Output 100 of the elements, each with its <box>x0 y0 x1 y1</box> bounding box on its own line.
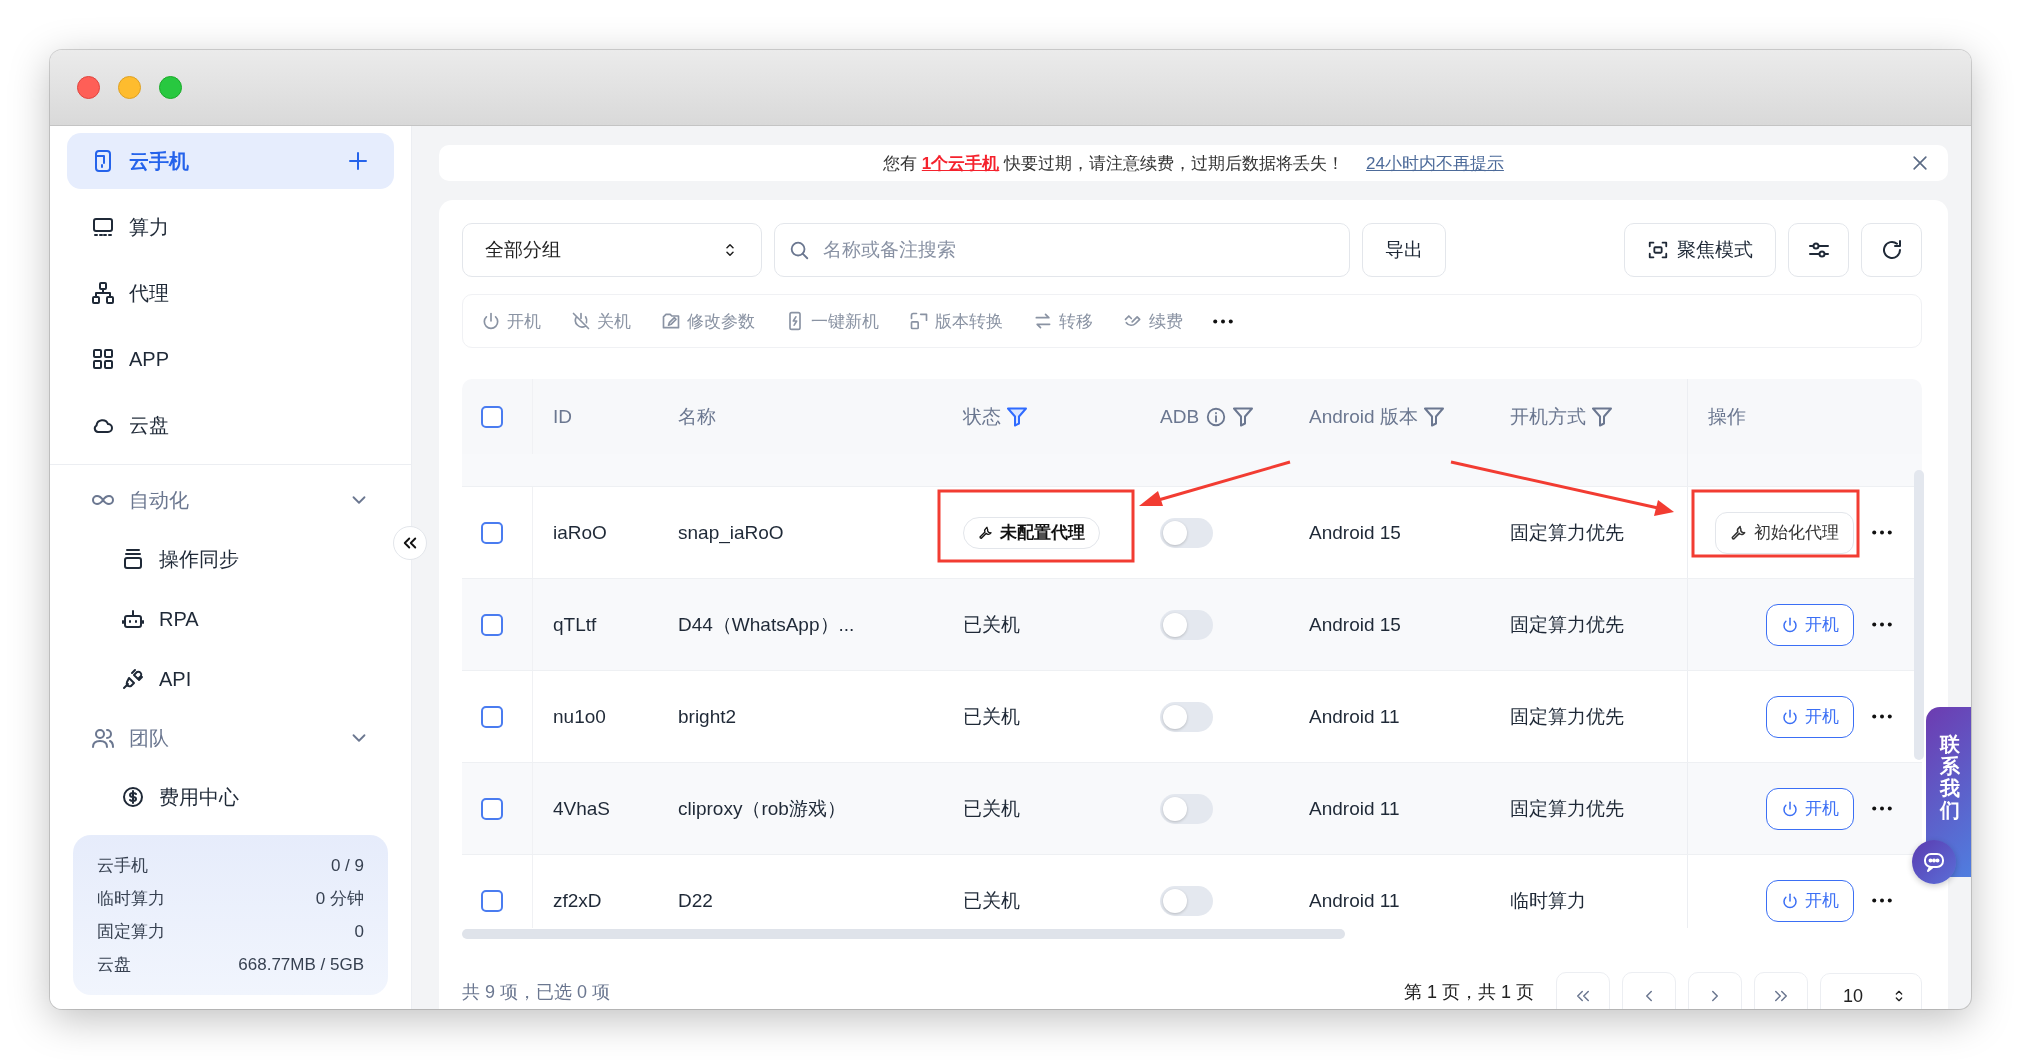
collapse-sidebar-button[interactable] <box>393 526 427 560</box>
adb-toggle[interactable] <box>1160 701 1213 732</box>
column-header: 名称 <box>678 404 716 429</box>
sidebar-item[interactable]: 操作同步 <box>67 529 394 589</box>
monitor-icon <box>91 215 115 239</box>
sidebar-item[interactable]: 云盘 <box>67 392 394 458</box>
status-text: 已关机 <box>963 612 1020 637</box>
row-checkbox[interactable] <box>481 521 503 544</box>
table-cell-text: 固定算力优先 <box>1510 612 1624 637</box>
usage-label: 临时算力 <box>97 888 165 910</box>
table-cell: snap_iaRoO <box>678 521 784 544</box>
power-on-button[interactable]: 开机 <box>1766 603 1854 646</box>
filter-icon[interactable] <box>1007 406 1027 427</box>
wrench-icon <box>1730 523 1748 542</box>
sidebar-item[interactable]: 算力 <box>67 194 394 260</box>
sidebar-item[interactable]: RPA <box>67 589 394 649</box>
tray-icon <box>121 547 145 571</box>
row-checkbox[interactable] <box>481 613 503 636</box>
vertical-scrollbar[interactable] <box>1914 470 1924 760</box>
folder-edit-icon <box>661 311 681 331</box>
filter-icon[interactable] <box>1592 406 1612 427</box>
focus-icon <box>1647 239 1669 261</box>
status-text: 已关机 <box>963 796 1020 821</box>
more-icon[interactable] <box>1872 714 1892 719</box>
table-cell: 4VhaS <box>553 797 611 820</box>
horizontal-scrollbar[interactable] <box>462 929 1345 939</box>
page-size-select[interactable]: 10 <box>1820 973 1922 1009</box>
power-on-button[interactable]: 开机 <box>1766 695 1854 738</box>
close-window-button[interactable] <box>77 76 100 99</box>
refresh-button[interactable] <box>1861 223 1922 277</box>
export-button[interactable]: 导出 <box>1362 223 1446 277</box>
more-icon[interactable] <box>1872 898 1892 903</box>
sidebar-group[interactable]: 自动化 <box>67 471 394 529</box>
adb-toggle[interactable] <box>1160 517 1213 548</box>
table-cell: zf2xD <box>553 889 602 912</box>
sidebar-group[interactable]: 团队 <box>67 709 394 767</box>
wrench-icon <box>978 524 994 541</box>
table-cell: bright2 <box>678 705 737 728</box>
plug-icon <box>121 667 145 691</box>
column-header: Android 版本 <box>1309 404 1418 429</box>
filter-icon[interactable] <box>1423 406 1444 427</box>
usage-label: 固定算力 <box>97 921 165 943</box>
plus-icon <box>346 149 370 173</box>
usage-value: 0 / 9 <box>330 855 364 876</box>
settings-button[interactable] <box>1788 223 1849 277</box>
init-proxy-button[interactable]: 初始化代理 <box>1715 511 1854 554</box>
power-on-button[interactable]: 开机 <box>1766 787 1854 830</box>
table-cell: Android 11 <box>1309 705 1400 728</box>
expiry-notice: 您有 1个云手机 快要过期，请注意续费，过期后数据将丢失！ <box>883 152 1344 175</box>
power-on-button[interactable]: 开机 <box>1766 879 1854 922</box>
status-text: 已关机 <box>963 704 1020 729</box>
more-icon[interactable] <box>1872 806 1892 811</box>
robot-icon <box>121 607 145 631</box>
convert-icon <box>909 311 929 331</box>
table-cell: iaRoO <box>553 521 607 544</box>
power-icon <box>1781 891 1799 910</box>
adb-toggle[interactable] <box>1160 609 1213 640</box>
row-checkbox[interactable] <box>481 889 503 912</box>
sidebar-item[interactable]: API <box>67 649 394 709</box>
sidebar-item[interactable]: APP <box>67 326 394 392</box>
table-cell-text: 临时算力 <box>1510 888 1586 913</box>
status-text: 已关机 <box>963 888 1020 913</box>
close-icon <box>1910 153 1930 173</box>
power-off-icon <box>571 311 591 331</box>
table-cell: D22 <box>678 889 713 912</box>
row-checkbox[interactable] <box>481 705 503 728</box>
adb-toggle[interactable] <box>1160 793 1213 824</box>
search-field[interactable]: 名称或备注搜索 <box>774 223 1350 277</box>
table-cell: Android 15 <box>1309 613 1401 636</box>
table-cell-text: 固定算力优先 <box>1510 520 1624 545</box>
group-select[interactable]: 全部分组 <box>462 223 762 277</box>
table-cell-text: 固定算力优先 <box>1510 796 1624 821</box>
column-header: 状态 <box>963 404 1001 429</box>
usage-label: 云盘 <box>97 954 131 976</box>
transfer-icon <box>1033 311 1053 331</box>
column-header: 开机方式 <box>1510 404 1586 429</box>
sidebar-item[interactable]: 云手机 <box>67 133 394 189</box>
table-cell: qTLtf <box>553 613 597 636</box>
info-icon <box>1205 405 1228 428</box>
row-checkbox[interactable] <box>481 797 503 820</box>
coin-icon <box>121 785 145 809</box>
usage-label: 云手机 <box>97 855 148 877</box>
users-icon <box>91 726 115 750</box>
maximize-window-button[interactable] <box>159 76 182 99</box>
more-icon[interactable] <box>1872 530 1892 535</box>
table-cell: Android 11 <box>1309 797 1400 820</box>
power-icon <box>1781 799 1799 818</box>
select-all-checkbox[interactable] <box>481 405 503 428</box>
grid-icon <box>91 347 115 371</box>
more-icon[interactable] <box>1872 622 1892 627</box>
sidebar-item[interactable]: 代理 <box>67 260 394 326</box>
more-icon[interactable] <box>1213 318 1233 324</box>
adb-toggle[interactable] <box>1160 885 1213 916</box>
filter-icon[interactable] <box>1233 406 1254 427</box>
sidebar-item[interactable]: 费用中心 <box>67 767 394 827</box>
status-tag: 未配置代理 <box>963 516 1100 549</box>
dismiss-link[interactable]: 24小时内不再提示 <box>1366 151 1504 175</box>
table-cell: Android 15 <box>1309 521 1401 544</box>
focus-mode-button[interactable]: 聚焦模式 <box>1624 223 1776 277</box>
expiring-phone-link[interactable]: 1个云手机 <box>921 153 1000 173</box>
